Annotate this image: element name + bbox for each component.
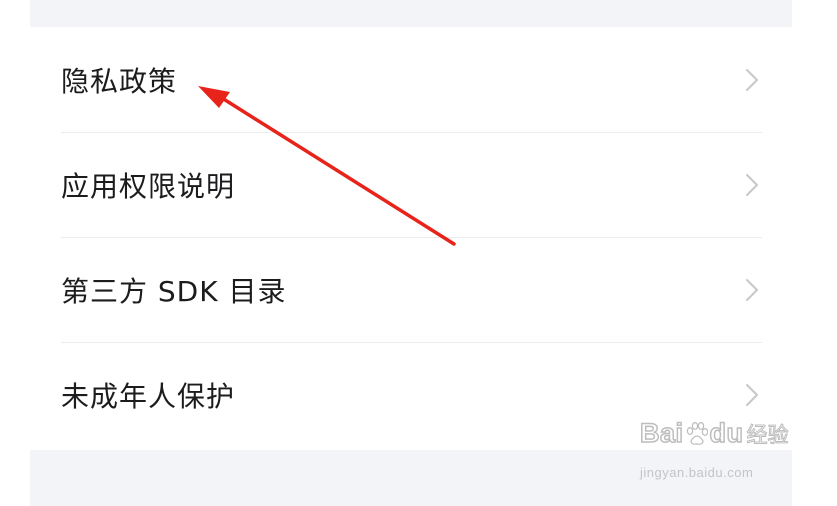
baidu-jingyan-watermark: Bai du 经验 jingyan.baidu.com xyxy=(639,417,792,484)
row-privacy-policy[interactable]: 隐私政策 xyxy=(30,27,792,132)
watermark-logo-du: du xyxy=(709,417,744,449)
settings-list: 隐私政策 应用权限说明 第三方 SDK 目录 未成年人保护 xyxy=(30,27,792,450)
row-label-minor-protection: 未成年人保护 xyxy=(61,379,236,413)
chevron-right-icon xyxy=(744,172,760,198)
top-background-strip xyxy=(30,0,792,27)
watermark-logo-bai: Bai xyxy=(639,417,684,449)
row-third-party-sdk[interactable]: 第三方 SDK 目录 xyxy=(30,237,792,342)
row-label-app-permissions: 应用权限说明 xyxy=(61,169,236,203)
chevron-right-icon xyxy=(744,382,760,408)
settings-screen: 隐私政策 应用权限说明 第三方 SDK 目录 未成年人保护 Bai du 经验 … xyxy=(0,0,837,506)
paw-icon xyxy=(686,421,708,446)
row-label-privacy-policy: 隐私政策 xyxy=(61,64,178,98)
chevron-right-icon xyxy=(744,277,760,303)
watermark-jingyan-text: 经验 xyxy=(746,422,789,447)
watermark-url: jingyan.baidu.com xyxy=(640,465,754,480)
row-app-permissions[interactable]: 应用权限说明 xyxy=(30,132,792,237)
row-label-third-party-sdk: 第三方 SDK 目录 xyxy=(61,274,287,308)
chevron-right-icon xyxy=(744,67,760,93)
